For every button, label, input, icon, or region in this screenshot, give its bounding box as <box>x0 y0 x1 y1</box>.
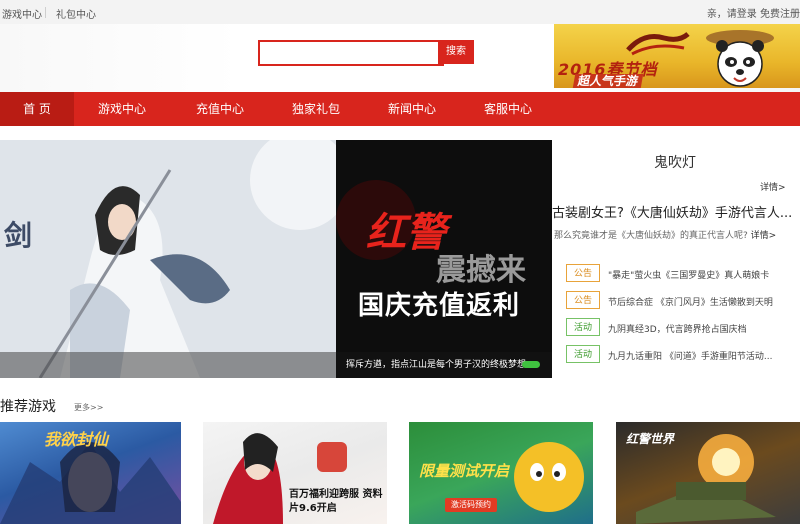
headline-link[interactable]: 古装剧女王?《大唐仙妖劫》手游代言人... <box>552 202 800 221</box>
game-card[interactable]: 我欲封仙 <box>0 422 181 524</box>
news-item[interactable]: 公告 "暴走"萤火虫《三国罗曼史》真人萌娘卡 <box>566 264 800 284</box>
news-tag: 公告 <box>566 264 600 282</box>
promo-subtitle-1: 震撼来 <box>436 253 526 288</box>
search-button[interactable]: 搜索 <box>438 40 474 64</box>
game-title: 百万福利迎跨服 资料片9.6开启 <box>289 489 383 514</box>
top-bar: 游戏中心 礼包中心 亲，请登录 免费注册 <box>0 0 800 24</box>
nav-exclusive-gifts[interactable]: 独家礼包 <box>280 92 352 126</box>
headline-summary: 那么究竟谁才是《大唐仙妖劫》的真正代言人呢? 详情> <box>554 228 800 241</box>
news-item[interactable]: 公告 节后综合症 《京门风月》生活懒散到天明 <box>566 291 800 311</box>
nav-home[interactable]: 首 页 <box>0 92 74 126</box>
hero-slider[interactable]: 剑 红警 震撼来 国庆充值返利 挥斥方遒，指点江山是每个男子汉的终极梦想 <box>0 140 552 378</box>
slide-image-promo[interactable]: 红警 震撼来 国庆充值返利 <box>336 140 552 378</box>
ad-subline: 超人气手游 <box>572 74 644 88</box>
news-title[interactable]: 九月九话重阳 《问道》手游重阳节活动... <box>608 349 772 362</box>
more-games-link[interactable]: 更多>> <box>74 402 103 413</box>
game-center-link[interactable]: 游戏中心 <box>2 6 42 21</box>
summary-more-link[interactable]: 详情> <box>751 231 777 241</box>
slide-indicator[interactable] <box>522 361 540 368</box>
main-nav: 首 页 游戏中心 充值中心 独家礼包 新闻中心 客服中心 <box>0 92 800 126</box>
news-tag: 公告 <box>566 291 600 309</box>
reserve-code-button[interactable]: 激活码预约 <box>445 498 497 512</box>
news-title[interactable]: 九阴真经3D，代言跨界抢占国庆档 <box>608 322 747 335</box>
news-panel-title: 鬼吹灯 <box>654 155 696 171</box>
slide-image-hero[interactable]: 剑 <box>0 140 336 378</box>
game-title: 限量测试开启 <box>419 462 510 480</box>
game-card[interactable]: 百万福利迎跨服 资料片9.6开启 <box>203 422 387 524</box>
news-title[interactable]: "暴走"萤火虫《三国罗曼史》真人萌娘卡 <box>608 268 769 281</box>
panda-mascot-icon <box>706 30 774 87</box>
news-panel: 鬼吹灯 详情> 古装剧女王?《大唐仙妖劫》手游代言人... 那么究竟谁才是《大唐… <box>552 140 800 378</box>
nav-game-center[interactable]: 游戏中心 <box>86 92 158 126</box>
nav-recharge-center[interactable]: 充值中心 <box>184 92 256 126</box>
search-input[interactable] <box>258 40 444 66</box>
nav-news-center[interactable]: 新闻中心 <box>376 92 448 126</box>
game-card[interactable]: 红警世界 <box>616 422 800 524</box>
divider <box>45 7 46 18</box>
more-details-link[interactable]: 详情> <box>760 180 786 193</box>
svg-text:剑: 剑 <box>4 219 32 252</box>
slide-shade <box>0 352 336 378</box>
slide-caption: 挥斥方遒，指点江山是每个男子汉的终极梦想 <box>336 352 552 378</box>
news-item[interactable]: 活动 九月九话重阳 《问道》手游重阳节活动... <box>566 345 800 365</box>
banner-ad[interactable]: 2016春节档 超人气手游 <box>554 24 800 88</box>
login-register-link[interactable]: 亲，请登录 免费注册 <box>707 5 800 20</box>
news-tag: 活动 <box>566 345 600 363</box>
swordsman-illustration: 剑 <box>0 140 336 378</box>
news-item[interactable]: 活动 九阴真经3D，代言跨界抢占国庆档 <box>566 318 800 338</box>
game-card[interactable]: 限量测试开启 激活码预约 <box>409 422 593 524</box>
news-tag: 活动 <box>566 318 600 336</box>
game-title: 红警世界 <box>626 432 675 446</box>
news-title[interactable]: 节后综合症 《京门风月》生活懒散到天明 <box>608 295 773 308</box>
promo-title: 红警 <box>366 210 446 256</box>
game-title: 我欲封仙 <box>44 430 109 449</box>
summary-text: 那么究竟谁才是《大唐仙妖劫》的真正代言人呢? <box>554 231 748 241</box>
section-title: 推荐游戏 <box>0 399 56 415</box>
promo-subtitle-2: 国庆充值返利 <box>358 291 521 321</box>
gift-center-link[interactable]: 礼包中心 <box>56 6 96 21</box>
nav-service-center[interactable]: 客服中心 <box>472 92 544 126</box>
